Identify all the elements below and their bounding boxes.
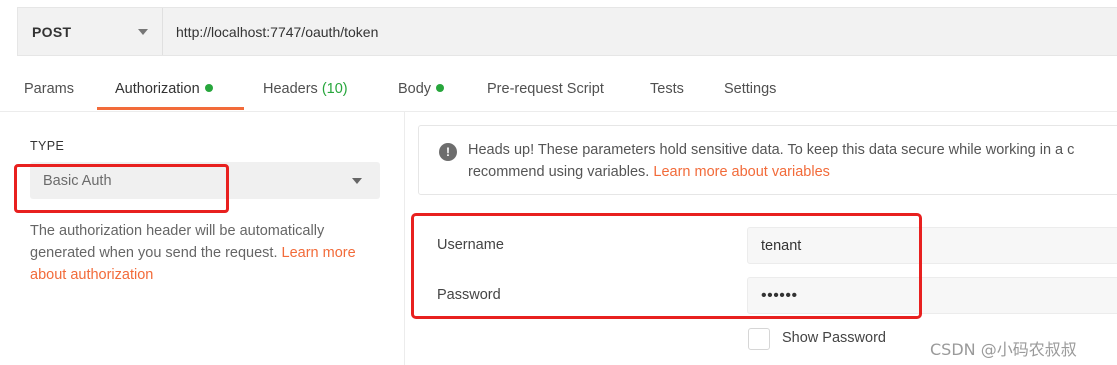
method-label: POST	[32, 23, 72, 40]
request-tabs: Params Authorization Headers (10) Body P…	[0, 70, 1117, 112]
method-select[interactable]: POST	[18, 8, 163, 55]
request-bar: POST http://localhost:7747/oauth/token	[17, 7, 1117, 56]
chevron-down-icon	[138, 28, 148, 35]
tab-headers[interactable]: Headers (10)	[263, 81, 348, 97]
auth-description-text: The authorization header will be automat…	[30, 223, 325, 261]
auth-description: The authorization header will be automat…	[30, 220, 380, 286]
notice-line-2: recommend using variables. Learn more ab…	[468, 161, 1117, 183]
tab-label: Pre-request Script	[487, 81, 604, 97]
tab-label: Headers	[263, 81, 318, 97]
show-password-label: Show Password	[782, 330, 886, 346]
active-tab-indicator	[97, 107, 244, 110]
tab-label: Authorization	[115, 81, 200, 97]
tab-authorization[interactable]: Authorization	[115, 81, 213, 97]
url-input[interactable]: http://localhost:7747/oauth/token	[163, 8, 1117, 55]
tab-body[interactable]: Body	[398, 81, 445, 97]
headers-count: (10)	[321, 81, 348, 97]
tab-params[interactable]: Params	[24, 81, 74, 97]
tab-label: Body	[398, 81, 432, 97]
notice-line-1: Heads up! These parameters hold sensitiv…	[468, 142, 1075, 158]
tab-label: Tests	[650, 81, 684, 97]
status-dot-icon	[436, 84, 445, 92]
show-password-checkbox[interactable]	[748, 328, 770, 350]
sensitive-data-notice: ! Heads up! These parameters hold sensit…	[418, 125, 1117, 195]
notice-text: Heads up! These parameters hold sensitiv…	[468, 139, 1117, 183]
status-dot-icon	[204, 84, 213, 92]
tab-pre-request-script[interactable]: Pre-request Script	[487, 81, 604, 97]
tab-label: Settings	[724, 81, 777, 97]
tab-tests[interactable]: Tests	[650, 81, 684, 97]
learn-more-variables-link[interactable]: Learn more about variables	[653, 164, 830, 180]
highlight-box	[14, 164, 229, 213]
type-label: TYPE	[30, 139, 65, 153]
tab-settings[interactable]: Settings	[724, 81, 776, 97]
info-icon: !	[439, 143, 457, 161]
tab-label: Params	[24, 81, 74, 97]
chevron-down-icon	[352, 177, 362, 184]
watermark: CSDN @小码农叔叔	[930, 340, 1077, 359]
highlight-box	[411, 213, 922, 319]
auth-type-pane: TYPE Basic Auth The authorization header…	[0, 112, 405, 365]
notice-line-2-text: recommend using variables.	[468, 164, 650, 180]
